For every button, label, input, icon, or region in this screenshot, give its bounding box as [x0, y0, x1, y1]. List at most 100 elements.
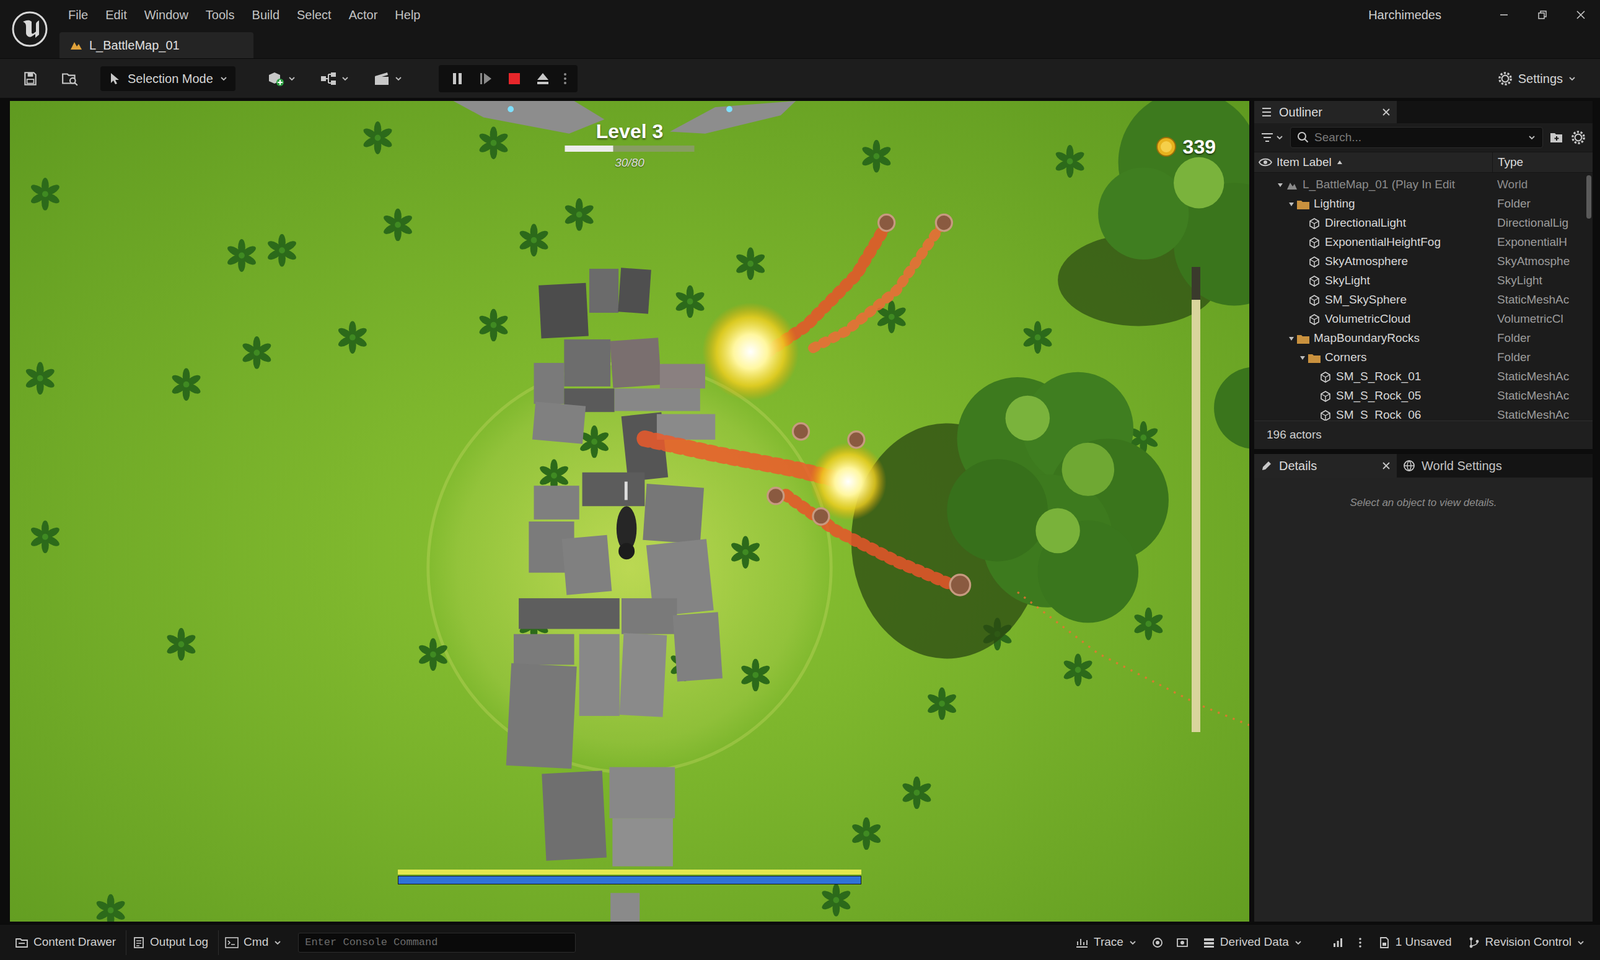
toolbar-dropdown-button[interactable]	[316, 66, 354, 92]
menu-item[interactable]: File	[59, 1, 97, 28]
more-options-icon[interactable]	[558, 66, 572, 92]
eject-icon[interactable]	[530, 66, 556, 92]
chevron-down-icon[interactable]	[1527, 133, 1537, 142]
row-label-cell: ExponentialHeightFog	[1254, 233, 1493, 252]
content-drawer-button[interactable]: Content Drawer	[8, 930, 123, 956]
row-type: SkyLight	[1492, 272, 1586, 291]
player-bars	[397, 870, 862, 885]
details-tab[interactable]: World Settings	[1396, 454, 1509, 478]
cmd-dropdown[interactable]: Cmd	[218, 930, 289, 956]
document-tab[interactable]: L_BattleMap_01	[59, 32, 254, 59]
outliner-row[interactable]: L_BattleMap_01 (Play In EditWorld	[1254, 175, 1586, 195]
unsaved-button[interactable]: 1 Unsaved	[1371, 930, 1459, 956]
fireballs	[644, 214, 1250, 726]
menu-item[interactable]: Actor	[340, 1, 387, 28]
stats-icon[interactable]	[1327, 930, 1349, 956]
menu-item[interactable]: Select	[288, 1, 341, 28]
menu-item[interactable]: Tools	[197, 1, 244, 28]
row-label: SM_SkySphere	[1324, 291, 1407, 310]
details-body: Select an object to view details.	[1254, 477, 1593, 512]
menu-item[interactable]: Help	[386, 1, 429, 28]
menu-item[interactable]: Edit	[96, 1, 136, 28]
outliner-row[interactable]: SM_S_Rock_01StaticMeshAc	[1254, 367, 1586, 387]
add-folder-icon[interactable]	[1549, 130, 1565, 145]
trace-dropdown[interactable]: Trace	[1068, 930, 1144, 956]
title-bar: FileEditWindowToolsBuildSelectActorHelp H…	[0, 0, 1600, 59]
document-tabs: L_BattleMap_01	[59, 29, 1600, 59]
row-label: SkyAtmosphere	[1324, 252, 1408, 271]
close-icon[interactable]	[1381, 107, 1391, 117]
expander-arrow-icon[interactable]	[1286, 335, 1297, 343]
chevron-down-icon	[1567, 74, 1577, 84]
output-log-button[interactable]: Output Log	[125, 930, 215, 956]
record-icon[interactable]	[1147, 930, 1169, 956]
outliner-row[interactable]: DirectionalLightDirectionalLig	[1254, 213, 1586, 233]
restore-icon[interactable]	[1523, 2, 1562, 28]
unreal-logo-icon[interactable]	[0, 0, 60, 59]
details-tab[interactable]: Details	[1254, 454, 1397, 478]
screenshot-icon[interactable]	[1171, 930, 1193, 956]
browse-content-icon[interactable]	[58, 66, 82, 92]
status-label: 1 Unsaved	[1395, 933, 1452, 952]
step-frame-icon[interactable]	[473, 66, 499, 92]
row-label-cell: VolumetricCloud	[1254, 310, 1493, 329]
search-input[interactable]	[1314, 128, 1523, 147]
visibility-eye-icon[interactable]	[1254, 157, 1277, 168]
sort-ascending-icon	[1336, 159, 1343, 166]
item-label-column[interactable]: Item Label	[1276, 153, 1493, 172]
outliner-tab[interactable]: Outliner	[1254, 101, 1397, 124]
close-window-icon[interactable]	[1561, 2, 1600, 28]
stop-icon[interactable]	[501, 66, 527, 92]
derived-data-dropdown[interactable]: Derived Data	[1196, 930, 1309, 956]
outliner-row[interactable]: VolumetricCloudVolumetricCl	[1254, 309, 1586, 330]
tab-label: L_BattleMap_01	[89, 35, 180, 55]
pause-icon[interactable]	[444, 66, 470, 92]
menu-item[interactable]: Build	[243, 1, 289, 28]
outliner-row[interactable]: CornersFolder	[1254, 348, 1586, 368]
chevron-down-icon	[219, 74, 229, 84]
row-label-cell: SM_SkySphere	[1254, 291, 1493, 310]
outliner-row[interactable]: MapBoundaryRocksFolder	[1254, 329, 1586, 349]
chevron-down-icon	[394, 74, 403, 84]
actor-icon	[1307, 294, 1322, 307]
outliner-row[interactable]: LightingFolder	[1254, 194, 1586, 214]
outliner-row[interactable]: SkyLight SkyLight	[1254, 271, 1586, 291]
details-empty-text: Select an object to view details.	[1349, 495, 1497, 512]
outliner-row[interactable]: ExponentialHeightFogExponentialH	[1254, 232, 1586, 253]
game-viewport[interactable]: Level 330/80339	[9, 101, 1250, 923]
type-column[interactable]: Type	[1492, 152, 1586, 173]
gear-icon[interactable]	[1570, 129, 1587, 146]
revision-control-dropdown[interactable]: Revision Control	[1461, 930, 1592, 956]
row-label: SkyLight	[1324, 272, 1371, 291]
close-icon[interactable]	[1381, 461, 1391, 471]
outliner-row[interactable]: SM_S_Rock_05StaticMeshAc	[1254, 386, 1586, 406]
expander-arrow-icon[interactable]	[1286, 201, 1297, 208]
scrollbar[interactable]	[1585, 172, 1593, 421]
settings-label: Settings	[1518, 69, 1563, 88]
save-icon[interactable]	[18, 66, 43, 92]
more-options-icon[interactable]	[1352, 930, 1369, 956]
window-title: Harchimedes	[1368, 5, 1442, 25]
status-label: Derived Data	[1220, 933, 1289, 952]
minimize-icon[interactable]	[1484, 2, 1524, 28]
outliner-footer: 196 actors	[1254, 420, 1593, 450]
console-command-input[interactable]	[298, 933, 576, 954]
row-label: SM_S_Rock_01	[1336, 368, 1421, 387]
menu-item[interactable]: Window	[135, 1, 198, 28]
expander-arrow-icon[interactable]	[1275, 182, 1286, 189]
expander-arrow-icon[interactable]	[1297, 355, 1308, 362]
row-type: Folder	[1492, 329, 1586, 348]
chevron-down-icon	[1293, 938, 1303, 948]
main-toolbar: Selection Mode Settings	[0, 58, 1600, 98]
scrollbar-thumb[interactable]	[1586, 175, 1592, 219]
outliner-list: L_BattleMap_01 (Play In EditWorldLightin…	[1254, 172, 1586, 421]
selection-mode-dropdown[interactable]: Selection Mode	[100, 66, 236, 92]
toolbar-dropdown-button[interactable]	[262, 66, 300, 92]
filter-button[interactable]	[1260, 131, 1284, 144]
filter-icon	[1260, 131, 1275, 144]
settings-button[interactable]: Settings	[1492, 66, 1582, 92]
outliner-row[interactable]: SkyAtmosphereSkyAtmosphe	[1254, 252, 1586, 272]
toolbar-dropdown-button[interactable]	[369, 66, 407, 92]
outliner-row[interactable]: SM_SkySphereStaticMeshAc	[1254, 290, 1586, 310]
search-box	[1290, 127, 1543, 149]
